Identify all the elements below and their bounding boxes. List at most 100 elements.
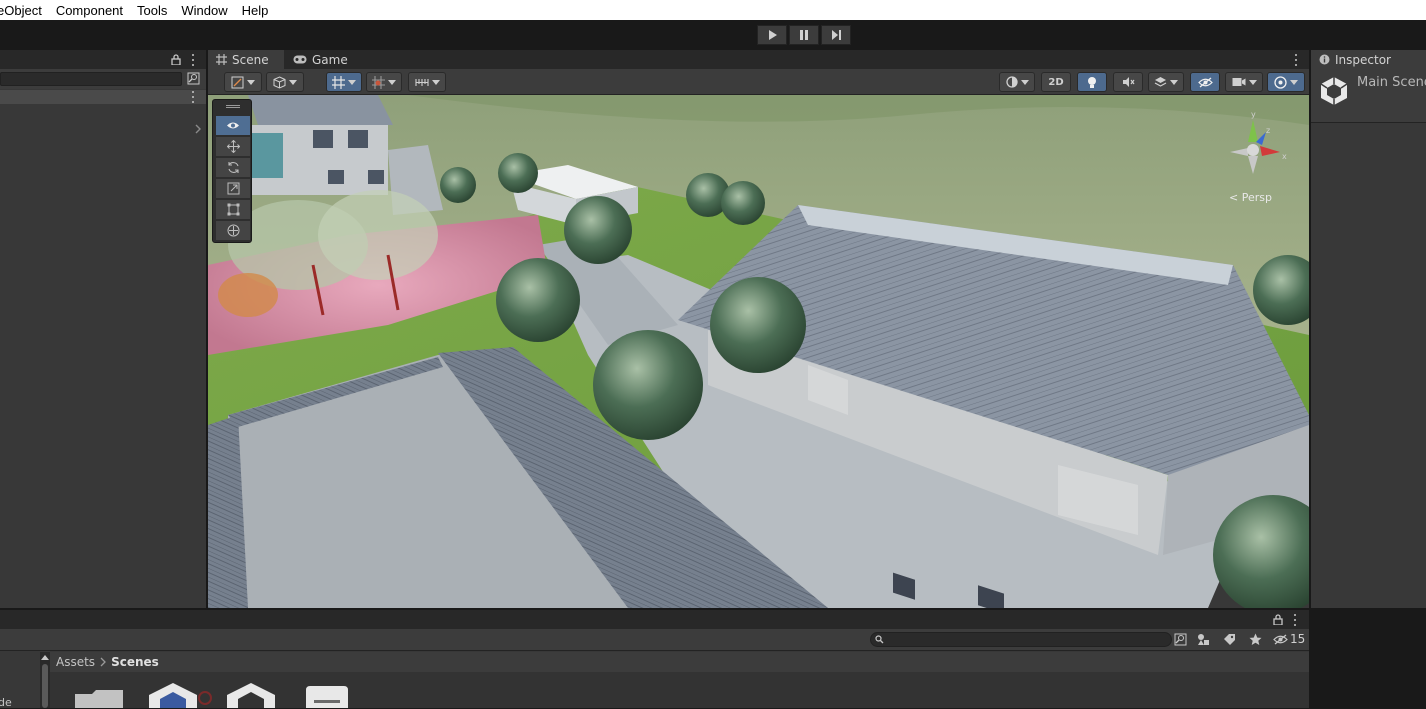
rotate-tool-button[interactable] bbox=[216, 158, 250, 177]
rect-icon bbox=[227, 203, 239, 216]
render-mode-dropdown[interactable] bbox=[999, 72, 1035, 92]
rotate-icon bbox=[227, 162, 239, 173]
window bbox=[348, 130, 368, 148]
filter-type-icon[interactable] bbox=[1197, 633, 1210, 646]
bush bbox=[564, 196, 632, 264]
bush bbox=[710, 277, 806, 373]
orientation-gizmo[interactable]: y z x < Persp bbox=[1218, 110, 1298, 222]
autumn-tree bbox=[218, 273, 278, 317]
hierarchy-tabbar bbox=[0, 50, 206, 69]
drag-handle-icon[interactable] bbox=[226, 105, 240, 108]
pause-icon bbox=[800, 30, 808, 40]
folder-tree-item[interactable]: de bbox=[0, 696, 12, 709]
transform-tool-button[interactable] bbox=[216, 221, 250, 240]
view-tool-button[interactable] bbox=[216, 116, 250, 135]
glass-facade bbox=[248, 133, 283, 178]
gamepad-icon bbox=[293, 55, 307, 64]
main-toolbar bbox=[0, 20, 1426, 50]
step-icon bbox=[832, 30, 841, 40]
tree-canopy bbox=[318, 190, 438, 280]
chevron-right-icon[interactable] bbox=[194, 124, 202, 134]
scroll-up-icon[interactable] bbox=[41, 655, 49, 660]
menu-bar: eObject Component Tools Window Help bbox=[0, 0, 1426, 20]
project-toolbar: 15 bbox=[0, 629, 1309, 651]
menu-help[interactable]: Help bbox=[235, 3, 276, 18]
gizmo-x-label: x bbox=[1282, 152, 1287, 161]
scene-toolbar: 2D bbox=[208, 69, 1309, 95]
gizmos-dropdown[interactable] bbox=[1267, 72, 1305, 92]
lock-icon[interactable] bbox=[171, 54, 181, 65]
hierarchy-search-input[interactable] bbox=[0, 72, 182, 86]
grid-snap-dropdown[interactable] bbox=[326, 72, 362, 92]
menu-window[interactable]: Window bbox=[174, 3, 234, 18]
scene-row-menu-icon[interactable] bbox=[191, 91, 195, 103]
camera-icon bbox=[1232, 78, 1245, 86]
scale-tool-button[interactable] bbox=[216, 179, 250, 198]
project-search-input[interactable] bbox=[870, 632, 1172, 647]
gizmo-y-label: y bbox=[1251, 110, 1256, 119]
scene-viewport[interactable] bbox=[208, 95, 1309, 608]
eye-slash-icon bbox=[1197, 76, 1213, 88]
search-by-type-icon[interactable] bbox=[1174, 633, 1187, 646]
eye-icon bbox=[227, 122, 239, 129]
play-icon bbox=[769, 30, 777, 40]
gizmo-globe-icon bbox=[1274, 75, 1287, 89]
scale-icon bbox=[227, 182, 239, 195]
folder-icon[interactable] bbox=[74, 688, 124, 708]
lock-icon[interactable] bbox=[1273, 614, 1283, 625]
play-button[interactable] bbox=[757, 25, 787, 45]
tab-scene[interactable]: Scene bbox=[208, 50, 284, 69]
tab-inspector[interactable]: Inspector bbox=[1311, 50, 1426, 69]
project-menu-icon[interactable] bbox=[1293, 614, 1297, 626]
unity-scene-asset-icon[interactable] bbox=[148, 682, 198, 708]
snap-icon bbox=[372, 75, 385, 89]
tab-inspector-label: Inspector bbox=[1335, 52, 1391, 67]
layers-icon bbox=[1154, 77, 1167, 87]
rect-tool-button[interactable] bbox=[216, 200, 250, 219]
move-tool-button[interactable] bbox=[216, 137, 250, 156]
pause-button[interactable] bbox=[789, 25, 819, 45]
scrollbar-thumb[interactable] bbox=[42, 664, 48, 708]
camera-dropdown[interactable] bbox=[1225, 72, 1263, 92]
toggle-2d-button[interactable]: 2D bbox=[1041, 72, 1071, 92]
effects-dropdown[interactable] bbox=[1148, 72, 1184, 92]
window bbox=[313, 130, 333, 148]
tab-game[interactable]: Game bbox=[285, 50, 357, 69]
menu-component[interactable]: Component bbox=[49, 3, 130, 18]
menu-gameobject[interactable]: eObject bbox=[0, 3, 49, 18]
step-button[interactable] bbox=[821, 25, 851, 45]
scene-menu-icon[interactable] bbox=[1294, 54, 1298, 66]
audio-toggle[interactable] bbox=[1113, 72, 1143, 92]
label-tag-icon[interactable] bbox=[1223, 633, 1236, 646]
search-by-type-icon[interactable] bbox=[187, 72, 200, 85]
scene-panel: Scene Game 2D y z x < Persp bbox=[208, 50, 1309, 608]
eye-slash-icon[interactable] bbox=[1273, 634, 1288, 645]
unity-scene-asset-icon[interactable] bbox=[226, 682, 276, 708]
grid-snap-icon bbox=[332, 75, 345, 89]
hierarchy-scene-row[interactable] bbox=[0, 90, 206, 104]
bush bbox=[440, 167, 476, 203]
transform-icon bbox=[227, 224, 239, 237]
hierarchy-menu-icon[interactable] bbox=[191, 54, 195, 66]
tools-overlay bbox=[212, 99, 252, 243]
document-asset-icon[interactable] bbox=[302, 684, 352, 708]
star-icon[interactable] bbox=[1249, 633, 1262, 646]
hierarchy-panel bbox=[0, 50, 206, 608]
menu-tools[interactable]: Tools bbox=[130, 3, 174, 18]
project-panel: 15 de Assets Scenes bbox=[0, 610, 1309, 709]
cube-icon bbox=[273, 75, 286, 89]
draw-mode-dropdown[interactable] bbox=[224, 72, 262, 92]
hidden-objects-toggle[interactable] bbox=[1190, 72, 1220, 92]
lighting-toggle[interactable] bbox=[1077, 72, 1107, 92]
breadcrumb-assets[interactable]: Assets bbox=[56, 655, 95, 669]
folder-tree-scrollbar[interactable] bbox=[40, 652, 50, 708]
chevron-right-icon bbox=[100, 657, 106, 667]
projection-label[interactable]: < Persp bbox=[1229, 191, 1272, 204]
unity-scene-icon bbox=[1320, 77, 1348, 105]
increment-snap-dropdown[interactable] bbox=[366, 72, 402, 92]
search-icon bbox=[875, 635, 884, 644]
breadcrumb-scenes[interactable]: Scenes bbox=[111, 655, 159, 669]
speaker-muted-icon bbox=[1122, 77, 1134, 87]
shading-dropdown[interactable] bbox=[266, 72, 304, 92]
ruler-dropdown[interactable] bbox=[408, 72, 446, 92]
